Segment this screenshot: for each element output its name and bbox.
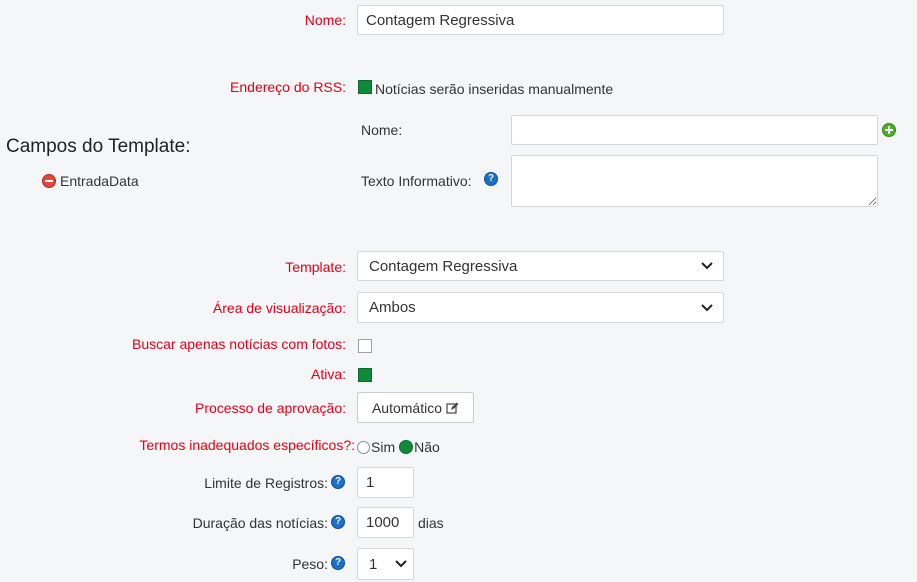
texto-informativo-label: Texto Informativo: xyxy=(361,173,472,189)
help-icon[interactable]: ? xyxy=(331,475,345,489)
aprovacao-label: Processo de aprovação: xyxy=(195,400,346,416)
chevron-down-icon xyxy=(395,560,407,568)
remove-icon[interactable] xyxy=(42,174,56,188)
limite-label: Limite de Registros: xyxy=(204,475,328,491)
peso-label: Peso: xyxy=(292,556,328,572)
campos-heading: Campos do Template: xyxy=(6,136,191,157)
aprovacao-button[interactable]: Automático xyxy=(357,392,474,423)
peso-select-value: 1 xyxy=(369,555,378,573)
edit-icon xyxy=(446,402,459,414)
template-select[interactable]: Contagem Regressiva xyxy=(357,251,724,281)
duracao-unit: dias xyxy=(418,515,444,531)
duracao-label: Duração das notícias: xyxy=(192,515,328,531)
termos-radio-nao[interactable] xyxy=(399,440,414,454)
area-label: Área de visualização: xyxy=(212,300,346,316)
buscar-checkbox[interactable] xyxy=(358,339,372,353)
duracao-input[interactable] xyxy=(357,507,414,538)
help-icon[interactable]: ? xyxy=(331,556,345,570)
rss-manual-checkbox[interactable] xyxy=(358,80,372,94)
peso-select[interactable]: 1 xyxy=(357,548,414,580)
termos-option-sim: Sim xyxy=(371,439,396,455)
area-select-value: Ambos xyxy=(369,299,416,316)
limite-input[interactable] xyxy=(357,467,414,498)
ativa-checkbox[interactable] xyxy=(358,368,372,382)
campo-nome-label: Nome: xyxy=(361,122,403,138)
termos-radio-sim[interactable] xyxy=(357,440,370,454)
help-icon[interactable]: ? xyxy=(484,172,498,186)
termos-label: Termos inadequados específicos?: xyxy=(139,437,355,453)
campo-item-entradadata: EntradaData xyxy=(42,173,139,189)
template-select-value: Contagem Regressiva xyxy=(369,257,518,275)
nome-input[interactable] xyxy=(357,5,724,35)
texto-informativo-textarea[interactable] xyxy=(511,155,878,207)
template-label: Template: xyxy=(285,259,346,275)
ativa-label: Ativa: xyxy=(310,366,346,382)
nome-label: Nome: xyxy=(304,12,346,28)
chevron-down-icon xyxy=(701,262,713,270)
termos-option-nao: Não xyxy=(414,439,440,455)
rss-label: Endereço do RSS: xyxy=(230,79,346,95)
add-icon[interactable] xyxy=(882,123,896,137)
aprovacao-button-label: Automático xyxy=(371,399,443,416)
campo-item-label: EntradaData xyxy=(60,173,139,189)
chevron-down-icon xyxy=(701,303,713,311)
rss-manual-label: Notícias serão inseridas manualmente xyxy=(375,81,614,97)
area-select[interactable]: Ambos xyxy=(357,292,724,323)
buscar-label: Buscar apenas notícias com fotos: xyxy=(132,336,346,352)
termos-options: Sim Não xyxy=(357,439,440,455)
campo-nome-input[interactable] xyxy=(511,115,878,145)
help-icon[interactable]: ? xyxy=(331,515,345,529)
